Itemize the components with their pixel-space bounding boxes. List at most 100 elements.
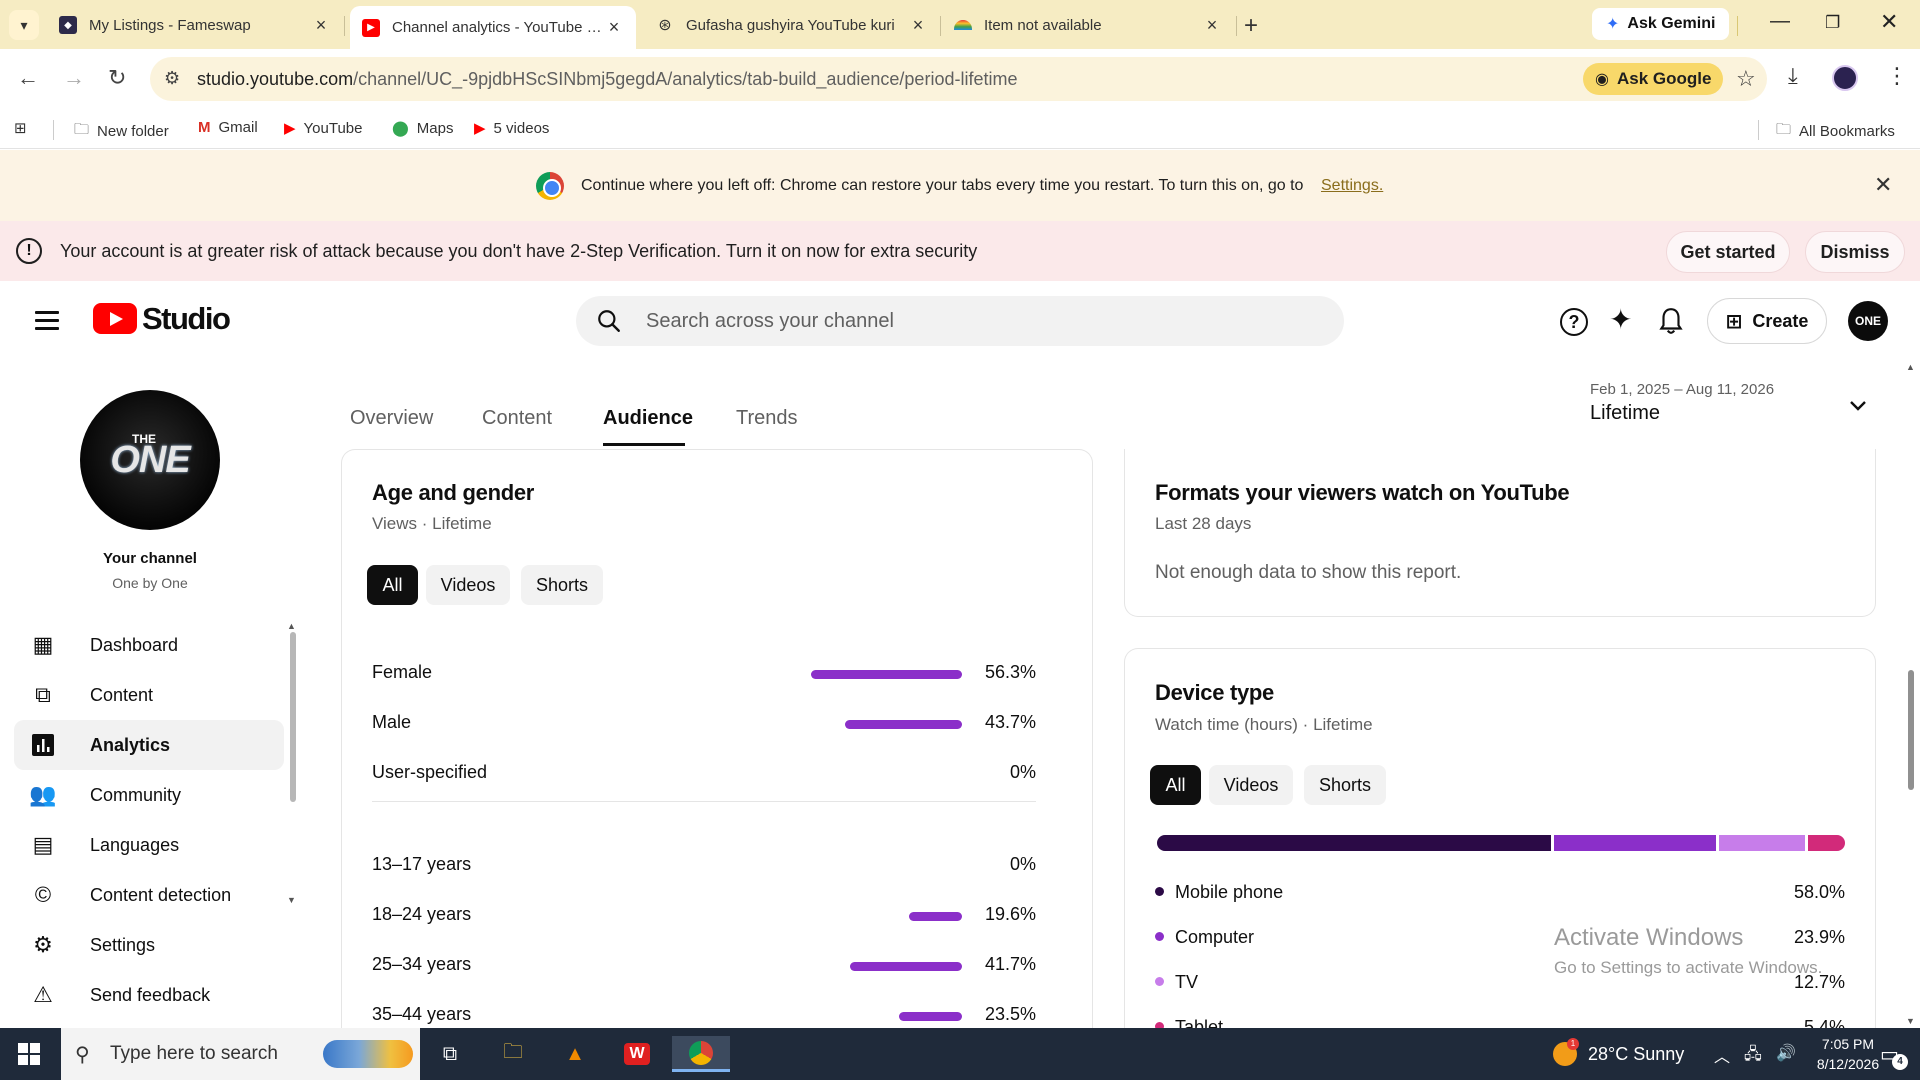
profile-avatar[interactable] [1832,65,1858,91]
tab-audience[interactable]: Audience [603,407,693,430]
card-subtitle: Watch time (hours) · Lifetime [1155,715,1373,734]
volume-icon[interactable]: 🔊 [1776,1043,1796,1063]
sidebar-item-languages[interactable]: ▤ Languages [14,820,284,870]
youtube-logo-icon[interactable] [93,303,137,334]
task-view-icon[interactable]: ⧉ [430,1036,470,1072]
chip-all[interactable]: All [1150,765,1201,805]
network-icon[interactable]: 🖧 [1744,1043,1762,1070]
chevron-up-icon[interactable]: ︿ [1714,1043,1730,1067]
sidebar-item-community[interactable]: 👥 Community [14,770,284,820]
bookmark-maps[interactable]: ⬤ Maps [392,119,453,138]
device-bar-segment[interactable] [1157,835,1551,851]
bell-icon[interactable] [1658,306,1684,336]
ask-gemini-button[interactable]: ✦ Ask Gemini [1592,8,1730,40]
close-tab-icon[interactable]: × [311,15,331,36]
device-bar-segment[interactable] [1553,835,1717,851]
percentage-bar [850,962,962,971]
taskbar-search-input[interactable]: ⚲ Type here to search [61,1028,420,1080]
close-tab-icon[interactable]: × [604,17,624,38]
menu-icon[interactable] [35,311,59,335]
search-input[interactable]: Search across your channel [576,296,1344,346]
chrome-logo-icon [536,172,564,200]
chevron-down-icon[interactable] [1846,394,1870,418]
download-icon[interactable]: ⤓ [1788,63,1798,89]
tab-trends[interactable]: Trends [736,407,798,430]
scroll-up-arrow-icon[interactable]: ▲ [1906,362,1915,372]
ask-google-button[interactable]: ◉ Ask Google [1583,63,1724,95]
close-tab-icon[interactable]: × [908,15,928,36]
get-started-button[interactable]: Get started [1666,231,1790,273]
clock[interactable]: 7:05 PM 8/12/2026 [1808,1034,1888,1074]
page-scrollbar[interactable] [1908,670,1914,790]
device-bar-segment[interactable] [1719,835,1806,851]
scroll-up-arrow-icon[interactable]: ▲ [287,621,296,631]
settings-link[interactable]: Settings. [1321,177,1383,195]
weather-text[interactable]: 28°C Sunny [1588,1044,1684,1065]
reload-icon[interactable]: ↻ [108,65,126,91]
studio-header: Studio Search across your channel ? ✦ ⊞ … [0,281,1920,359]
bookmark-label: Gmail [218,119,258,136]
browser-tab-active[interactable]: ▶ Channel analytics - YouTube Studio × [350,6,636,49]
bookmark-5-videos[interactable]: ▶ 5 videos [474,119,549,138]
browser-tab[interactable]: ◆ My Listings - Fameswap × [47,6,343,44]
demographic-row: 18–24 years 19.6% [372,900,1036,930]
tab-title: Gufasha gushyira YouTube kuri [686,16,895,34]
bookmark-star-icon[interactable]: ☆ [1736,66,1756,92]
scroll-down-arrow-icon[interactable]: ▼ [287,895,296,905]
url-text[interactable]: studio.youtube.com/channel/UC_-9pjdbHScS… [197,69,1017,90]
wps-office-icon[interactable]: W [617,1036,657,1072]
tab-search-button[interactable]: ▾ [9,10,39,40]
sidebar-item-dashboard[interactable]: ▦ Dashboard [14,620,284,670]
date-range-selector[interactable]: Feb 1, 2025 – Aug 11, 2026 Lifetime [1590,381,1774,425]
sidebar-scrollbar[interactable] [290,632,296,802]
restore-window-icon[interactable]: ❐ [1825,13,1840,33]
apps-grid-icon[interactable]: ⊞ [14,119,27,137]
forward-arrow-icon[interactable]: → [63,65,85,91]
close-tab-icon[interactable]: × [1202,15,1222,36]
studio-logo-text[interactable]: Studio [142,301,231,337]
chip-shorts[interactable]: Shorts [521,565,603,605]
bookmark-new-folder[interactable]: 🗀 New folder [74,119,169,144]
sidebar-item-settings[interactable]: ⚙ Settings [14,920,284,970]
all-bookmarks[interactable]: 🗀 All Bookmarks [1776,119,1895,144]
channel-avatar[interactable]: THE ONE [80,390,220,530]
sidebar-item-content-detection[interactable]: © Content detection [14,870,284,920]
chip-all[interactable]: All [367,565,418,605]
chip-videos[interactable]: Videos [1209,765,1293,805]
browser-tab[interactable]: Item not available × [942,6,1234,44]
new-tab-button[interactable]: + [1244,12,1258,40]
address-bar[interactable]: ⚙ studio.youtube.com/channel/UC_-9pjdbHS… [150,57,1767,101]
site-info-icon[interactable]: ⚙ [164,68,180,89]
vlc-icon[interactable]: ▲ [555,1036,595,1072]
dismiss-button[interactable]: Dismiss [1805,231,1905,273]
scroll-down-arrow-icon[interactable]: ▼ [1906,1016,1915,1026]
chrome-menu-icon[interactable]: ⋮ [1886,63,1908,89]
device-bar-segment[interactable] [1808,835,1845,851]
create-button[interactable]: ⊞ Create [1707,298,1827,344]
tab-title: Item not available [984,16,1102,34]
help-icon[interactable]: ? [1560,308,1588,336]
browser-tab[interactable]: ⊛ Gufasha gushyira YouTube kuri × [644,6,940,44]
browser-tab-strip: ▾ ◆ My Listings - Fameswap × ▶ Channel a… [0,0,1920,49]
file-explorer-icon[interactable]: 🗀 [493,1036,533,1072]
back-arrow-icon[interactable]: ← [17,65,39,91]
sidebar-item-content[interactable]: ⧉ Content [14,670,284,720]
sidebar-item-analytics[interactable]: Analytics [14,720,284,770]
tab-content[interactable]: Content [482,407,552,430]
bookmark-youtube[interactable]: ▶ YouTube [284,119,363,138]
chrome-taskbar-icon[interactable] [672,1036,730,1072]
sidebar-item-send-feedback[interactable]: ⚠ Send feedback [14,970,284,1020]
openai-favicon-icon: ⊛ [658,17,672,34]
close-window-icon[interactable]: ✕ [1880,9,1898,35]
chip-videos[interactable]: Videos [426,565,510,605]
close-icon[interactable]: ✕ [1874,172,1892,198]
account-avatar[interactable]: ONE [1848,301,1888,341]
sparkle-icon[interactable]: ✦ [1609,303,1632,336]
windows-start-icon[interactable] [18,1043,40,1065]
tab-overview[interactable]: Overview [350,407,433,430]
chip-shorts[interactable]: Shorts [1304,765,1386,805]
bookmark-gmail[interactable]: M Gmail [198,119,258,136]
divider [372,801,1036,802]
demographic-row: 13–17 years 0% [372,850,1036,880]
minimize-icon[interactable]: — [1770,10,1790,33]
